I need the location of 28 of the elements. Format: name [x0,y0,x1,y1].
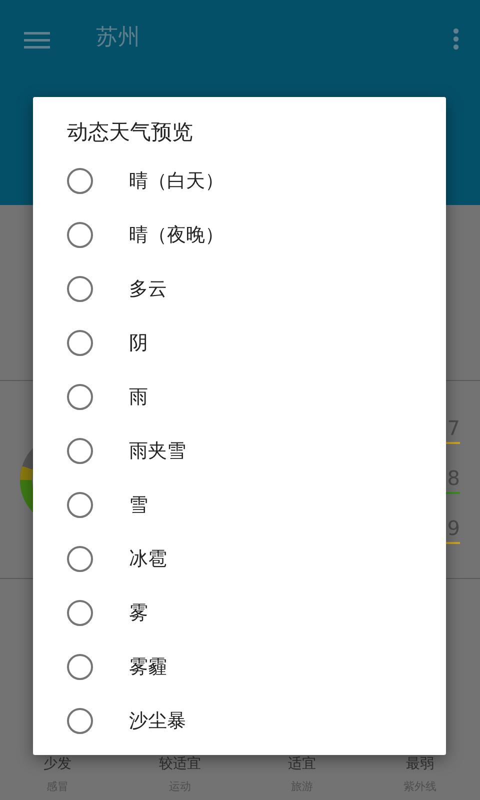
index-value: 少发 [44,755,72,773]
radio-button[interactable] [67,276,93,302]
option-label[interactable]: 雪 [129,492,148,518]
radio-button[interactable] [67,330,93,356]
option-label[interactable]: 晴（白天） [129,168,224,194]
option-label[interactable]: 冰雹 [129,546,167,572]
radio-button[interactable] [67,168,93,194]
option-label[interactable]: 阴 [129,330,148,356]
option-label[interactable]: 沙尘暴 [129,708,186,734]
city-title: 苏州 [96,24,141,52]
option-label[interactable]: 晴（夜晚） [129,222,224,248]
radio-button[interactable] [67,600,93,626]
option-label[interactable]: 雨 [129,384,148,410]
option-label[interactable]: 多云 [129,276,167,302]
index-value: 较适宜 [158,755,201,773]
radio-button[interactable] [67,708,93,734]
option-label[interactable]: 雨夹雪 [129,438,186,464]
dialog-title: 动态天气预览 [67,119,194,146]
radio-button[interactable] [67,384,93,410]
radio-button[interactable] [67,492,93,518]
index-value: 最弱 [406,755,434,773]
option-label[interactable]: 雾 [129,600,148,626]
radio-button[interactable] [67,546,93,572]
radio-button[interactable] [67,222,93,248]
radio-button[interactable] [67,438,93,464]
option-label[interactable]: 雾霾 [129,654,167,680]
index-value: 适宜 [288,755,316,773]
radio-button[interactable] [67,654,93,680]
